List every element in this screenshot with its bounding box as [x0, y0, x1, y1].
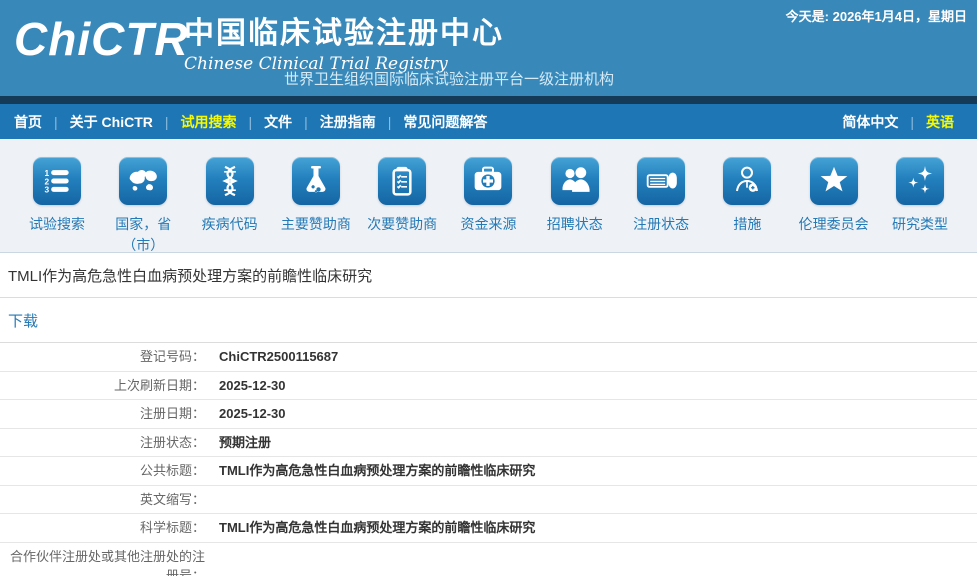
nav-item-faq[interactable]: 常见问题解答: [403, 112, 487, 132]
toolbar-item-trial-search[interactable]: 1 2 3 试验搜索: [14, 157, 100, 252]
toolbar-item-label: 研究类型: [891, 216, 948, 232]
toolbar-item-region[interactable]: 国家，省 （市）: [100, 157, 186, 253]
nav-separator: |: [248, 113, 253, 130]
field-label: 登记号码：: [139, 349, 205, 364]
field-value: 预期注册: [219, 434, 272, 450]
field-row-registration-status: 注册状态： 预期注册: [0, 429, 977, 457]
sparkles-icon: [895, 157, 944, 205]
field-label: 注册日期：: [139, 406, 205, 421]
toolbar-item-study-type[interactable]: 研究类型: [877, 157, 963, 252]
numbered-list-icon: 1 2 3: [33, 157, 81, 205]
site-header: ChiCTR 中国临床试验注册中心 Chinese Clinical Trial…: [0, 0, 977, 96]
lang-simplified-chinese[interactable]: 简体中文: [842, 112, 898, 132]
toolbar-item-registration-status[interactable]: 注册状态: [618, 157, 704, 252]
site-title-block: 中国临床试验注册中心 Chinese Clinical Trial Regist…: [184, 8, 504, 74]
toolbar-item-secondary-sponsor[interactable]: 次要赞助商: [359, 157, 445, 252]
toolbar-item-label: 国家，省 （市）: [115, 216, 172, 253]
toolbar-item-label: 注册状态: [633, 216, 690, 232]
first-aid-kit-icon: [464, 157, 513, 205]
field-row-registration-number: 登记号码： ChiCTR2500115687: [0, 343, 977, 372]
nav-separator: |: [910, 113, 914, 130]
toolbar-item-primary-sponsor[interactable]: 主要赞助商: [273, 157, 359, 252]
download-link[interactable]: 下载: [0, 310, 38, 331]
people-icon: [550, 157, 599, 205]
star-icon: [809, 157, 858, 205]
nav-menu: 首页 | 关于 ChiCTR | 试用搜索 | 文件 | 注册指南 | 常见问题…: [14, 112, 842, 132]
toolbar-item-label: 试验搜索: [29, 216, 85, 232]
language-switch: 简体中文 | 英语: [842, 112, 963, 132]
field-label: 合作伙伴注册处或其他注册处的注册号：: [9, 548, 205, 576]
download-row: 下载: [0, 298, 977, 343]
field-value: TMLI作为高危急性白血病预处理方案的前瞻性临床研究: [219, 463, 536, 478]
lang-english[interactable]: 英语: [926, 112, 954, 132]
site-subtitle: 世界卫生组织国际临床试验注册平台一级注册机构: [284, 71, 615, 88]
toolbar-item-measures[interactable]: 措施: [704, 157, 790, 252]
toolbar-item-label: 措施: [733, 216, 762, 232]
nav-separator: |: [54, 113, 58, 130]
field-label: 注册状态：: [139, 434, 205, 450]
clipboard-icon: [378, 157, 427, 205]
toolbar-item-label: 招聘状态: [546, 216, 603, 232]
field-row-public-title: 公共标题： TMLI作为高危急性白血病预处理方案的前瞻性临床研究: [0, 457, 977, 486]
page-title: TMLI作为高危急性白血病预处理方案的前瞻性临床研究: [0, 253, 977, 298]
toolbar-item-recruitment-status[interactable]: 招聘状态: [532, 157, 618, 252]
toolbar-item-label: 主要赞助商: [280, 216, 351, 232]
nav-separator: |: [387, 113, 392, 130]
field-row-english-acronym: 英文缩写：: [0, 486, 977, 514]
site-title-cn: 中国临床试验注册中心: [184, 17, 504, 50]
toolbar-item-funding-source[interactable]: 资金来源: [445, 157, 531, 252]
toolbar-item-label: 疾病代码: [201, 216, 258, 232]
today-date: 今天是: 2026年1月4日，星期日: [785, 9, 967, 24]
field-row-registration-date: 注册日期： 2025-12-30: [0, 400, 977, 429]
field-label: 英文缩写：: [139, 491, 205, 507]
toolbar-item-disease-code[interactable]: 疾病代码: [187, 157, 273, 252]
trial-detail: TMLI作为高危急性白血病预处理方案的前瞻性临床研究 下载 登记号码： ChiC…: [0, 253, 977, 576]
flask-icon: [291, 157, 340, 205]
chictr-logo[interactable]: ChiCTR: [14, 16, 189, 62]
field-label: 公共标题：: [139, 463, 205, 478]
nav-separator: |: [304, 113, 308, 130]
field-row-scientific-title: 科学标题： TMLI作为高危急性白血病预处理方案的前瞻性临床研究: [0, 514, 977, 543]
header-divider-strip: [0, 96, 977, 104]
toolbar-item-label: 次要赞助商: [367, 216, 438, 232]
field-value: TMLI作为高危急性白血病预处理方案的前瞻性临床研究: [219, 520, 536, 535]
trial-fields-table: 登记号码： ChiCTR2500115687 上次刷新日期： 2025-12-3…: [0, 343, 977, 576]
field-row-last-refreshed-date: 上次刷新日期： 2025-12-30: [0, 372, 977, 400]
nav-separator: |: [164, 113, 169, 130]
nav-item-home[interactable]: 首页: [14, 112, 42, 132]
nav-item-documents[interactable]: 文件: [264, 112, 292, 132]
toolbar-item-label: 资金来源: [460, 216, 517, 232]
doctor-icon: [723, 157, 772, 205]
field-label: 科学标题：: [139, 520, 205, 535]
field-label: 上次刷新日期：: [113, 377, 205, 393]
field-value: ChiCTR2500115687: [219, 349, 339, 364]
keyboard-mouse-icon: [637, 157, 686, 205]
nav-item-trial-search[interactable]: 试用搜索: [181, 112, 237, 132]
toolbar-item-ethics-committee[interactable]: 伦理委员会: [791, 157, 877, 252]
main-nav: 首页 | 关于 ChiCTR | 试用搜索 | 文件 | 注册指南 | 常见问题…: [0, 104, 977, 139]
field-value: 2025-12-30: [219, 377, 286, 393]
search-toolbar: 1 2 3 试验搜索 国家，省 （市） 疾病代码 主要赞助商 次要赞助商 资金来…: [0, 139, 977, 253]
dna-icon: [205, 157, 254, 205]
field-value: 2025-12-30: [219, 406, 286, 421]
nav-item-about[interactable]: 关于 ChiCTR: [70, 112, 153, 132]
svg-text:3: 3: [45, 185, 50, 195]
field-row-partner-registry-number: 合作伙伴注册处或其他注册处的注册号：: [0, 543, 977, 576]
toolbar-item-label: 伦理委员会: [798, 216, 869, 232]
nav-item-registration-guide[interactable]: 注册指南: [320, 112, 376, 132]
world-map-icon: [119, 157, 168, 205]
